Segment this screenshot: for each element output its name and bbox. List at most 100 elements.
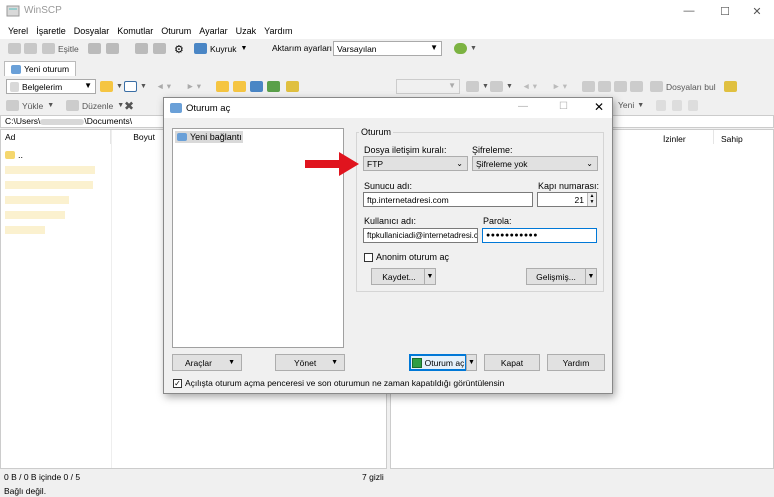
remote-parent-dir-button[interactable] — [582, 81, 598, 92]
tab-new-session[interactable]: Yeni oturum — [4, 61, 77, 76]
connection-status-bar: Bağlı değil. — [0, 484, 774, 497]
menu-files[interactable]: Dosyalar — [74, 26, 110, 36]
dialog-maximize-button[interactable]: ☐ — [559, 101, 568, 112]
back-button[interactable]: ◄ ▾ — [156, 81, 171, 92]
password-input[interactable]: ●●●●●●●●●●● — [482, 228, 597, 243]
sync-browse-button[interactable] — [8, 43, 40, 54]
refresh-button[interactable] — [267, 81, 283, 92]
open-folder-button[interactable]: ▼ — [100, 81, 123, 92]
menu-options[interactable]: Ayarlar — [199, 26, 227, 36]
close-button[interactable]: Kapat — [484, 354, 540, 371]
remote-tree-button[interactable] — [724, 81, 740, 92]
sync-icon — [8, 43, 21, 54]
host-input[interactable]: ftp.internetadresi.com — [363, 192, 533, 207]
gear-icon: ⚙ — [174, 44, 184, 56]
dialog-title: Oturum aç — [186, 103, 231, 114]
preferences-gear-button[interactable]: ⚙ — [174, 43, 187, 56]
synchronize-button[interactable]: Eşitle — [42, 43, 79, 54]
remote-refresh-button[interactable] — [630, 81, 646, 92]
local-location-select[interactable]: Belgelerim ▼ — [6, 79, 96, 94]
help-button[interactable]: Yardım — [547, 354, 605, 371]
menu-remote[interactable]: Uzak — [236, 26, 257, 36]
edit-button[interactable]: Düzenle ▼ — [66, 100, 124, 111]
checkbox-checked[interactable]: ✓ — [173, 378, 182, 388]
profile-button[interactable]: ▼ — [454, 43, 477, 54]
menu-session[interactable]: Oturum — [161, 26, 191, 36]
console-button[interactable] — [88, 43, 104, 54]
delete-icon: ✖ — [124, 99, 135, 113]
remote-location-select[interactable]: ▼ — [396, 79, 460, 94]
terminal-button[interactable] — [106, 43, 122, 54]
menu-help[interactable]: Yardım — [264, 26, 292, 36]
local-hidden-status: 7 gizli — [362, 472, 384, 482]
console-icon — [88, 43, 101, 54]
menu-local[interactable]: Yerel — [8, 26, 28, 36]
tree-item-new-site[interactable]: Yeni bağlantı — [175, 131, 243, 143]
find-icon — [135, 43, 148, 54]
chevron-down-icon: ▼ — [228, 359, 235, 366]
login-dropdown-button[interactable]: ▼ — [466, 354, 477, 371]
remote-back-button[interactable]: ◄ ▾ — [522, 81, 537, 92]
find-files-local-button[interactable] — [286, 81, 302, 92]
login-button[interactable]: Oturum aç — [409, 354, 467, 371]
dialog-close-button[interactable]: ✕ — [594, 100, 604, 114]
anonymous-checkbox[interactable]: Anonim oturum aç — [364, 252, 449, 262]
advanced-dropdown-button[interactable]: ▼ — [585, 268, 597, 285]
save-button[interactable]: Kaydet... — [371, 268, 427, 285]
remote-add-button[interactable] — [656, 100, 669, 111]
refresh-icon — [267, 81, 280, 92]
col-permissions[interactable]: İzinler — [663, 134, 686, 144]
protocol-select[interactable]: FTP ⌄ — [363, 156, 468, 171]
manage-button[interactable]: Yönet ▼ — [275, 354, 345, 371]
show-on-startup-checkbox[interactable]: ✓ Açılışta oturum açma penceresi ve son … — [173, 378, 504, 388]
remote-minus-button[interactable] — [672, 100, 685, 111]
dialog-minimize-button[interactable]: — — [518, 101, 528, 112]
remote-new-button[interactable]: Yeni ▼ — [618, 100, 644, 110]
tools-button[interactable]: Araçlar ▼ — [172, 354, 242, 371]
upload-button[interactable]: Yükle ▼ — [6, 100, 54, 111]
list-item[interactable]: .. — [5, 150, 23, 160]
encryption-select[interactable]: Şifreleme yok ⌄ — [472, 156, 598, 171]
port-spinner[interactable]: ▲ ▼ — [587, 193, 596, 206]
chevron-down-icon: ▼ — [331, 359, 338, 366]
remote-forward-button[interactable]: ► ▾ — [552, 81, 567, 92]
col-name[interactable]: Ad — [1, 130, 111, 144]
folder-open-icon — [100, 81, 113, 92]
user-label: Kullanıcı adı: — [364, 216, 417, 226]
close-window-button[interactable]: ✕ — [740, 0, 774, 22]
parent-dir-button[interactable] — [216, 81, 232, 92]
preferences-button[interactable] — [153, 43, 169, 54]
menu-mark[interactable]: İşaretle — [36, 26, 66, 36]
folder-open-icon — [466, 81, 479, 92]
transfer-settings-select[interactable]: Varsayılan ▼ — [333, 41, 442, 56]
minimize-button[interactable]: — — [672, 0, 706, 22]
filter-button[interactable]: ▼ — [124, 81, 147, 92]
home-button[interactable] — [250, 81, 266, 92]
terminal-icon — [106, 43, 119, 54]
root-dir-button[interactable] — [233, 81, 249, 92]
remote-filter-button[interactable]: ▼ — [490, 81, 513, 92]
preferences-icon — [153, 43, 166, 54]
forward-button[interactable]: ► ▾ — [186, 81, 201, 92]
chevron-down-icon: ▼ — [240, 45, 248, 52]
maximize-button[interactable]: ☐ — [708, 0, 742, 22]
delete-button[interactable]: ✖ — [124, 99, 134, 113]
user-input[interactable]: ftpkullaniciadi@internetadresi.co — [363, 228, 478, 243]
col-owner[interactable]: Sahip — [721, 134, 743, 144]
find-files-button[interactable]: Dosyaları bul — [650, 81, 716, 92]
save-dropdown-button[interactable]: ▼ — [424, 268, 436, 285]
menu-commands[interactable]: Komutlar — [117, 26, 153, 36]
find-button[interactable] — [135, 43, 151, 54]
remote-open-folder-button[interactable]: ▼ — [466, 81, 489, 92]
checkbox-box[interactable] — [364, 252, 373, 262]
queue-button[interactable]: Kuyruk ▼ — [194, 43, 247, 54]
advanced-button[interactable]: Gelişmiş... — [526, 268, 586, 285]
blurred-file-item — [5, 181, 93, 189]
remote-properties-button[interactable] — [688, 100, 701, 111]
remote-home-button[interactable] — [614, 81, 630, 92]
password-label: Parola: — [483, 216, 512, 226]
tree-icon — [724, 81, 737, 92]
col-size[interactable]: Boyut — [111, 130, 159, 144]
chevron-down-icon: ▼ — [637, 101, 645, 109]
remote-root-dir-button[interactable] — [598, 81, 614, 92]
